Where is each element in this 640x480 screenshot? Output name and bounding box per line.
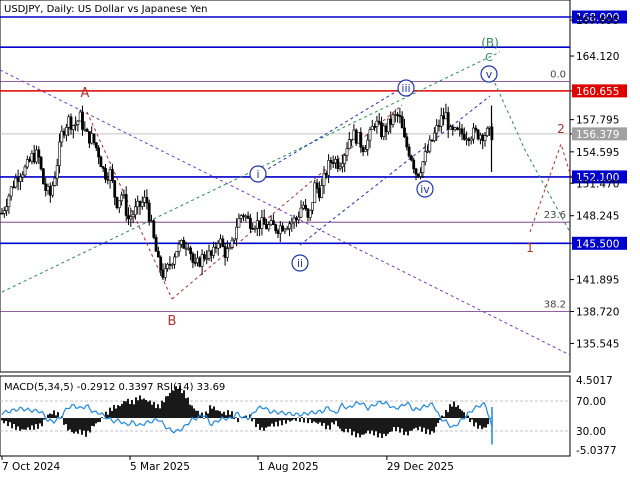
wave-label-2: 2 xyxy=(557,122,565,136)
wave-label-circled-v: v xyxy=(480,65,498,83)
wave-label-C: C xyxy=(485,51,493,64)
candle xyxy=(175,251,179,258)
chart-window: 0.023.638.2 iiiiiiivvABC(B)12 168.000167… xyxy=(0,0,627,473)
price-tick-138.720: 138.720 xyxy=(570,307,619,319)
svg-text:167.695: 167.695 xyxy=(576,15,619,27)
chart-title: USDJPY, Daily: US Dollar vs Japanese Yen xyxy=(4,4,208,15)
wave-label-circled-i: i xyxy=(249,165,267,183)
candle xyxy=(39,155,43,171)
price-tick-135.545: 135.545 xyxy=(570,338,619,350)
date-tick: 29 Dec 2025 xyxy=(386,456,454,473)
indicator-tick: 70.00 xyxy=(576,396,606,408)
svg-text:160.655: 160.655 xyxy=(576,86,619,98)
wave-label-B: B xyxy=(168,314,177,329)
candle xyxy=(313,180,317,203)
svg-text:154.595: 154.595 xyxy=(576,147,619,159)
svg-text:i: i xyxy=(256,168,259,181)
indicator-tick: -5.0377 xyxy=(576,445,617,457)
svg-text:1 Aug 2025: 1 Aug 2025 xyxy=(258,461,319,473)
indicator-tick: 30.00 xyxy=(576,426,606,438)
wave-label-circled-iv: iv xyxy=(416,180,434,198)
candle xyxy=(354,128,358,146)
svg-text:164.120: 164.120 xyxy=(576,51,619,63)
svg-text:156.379: 156.379 xyxy=(576,129,619,141)
candle xyxy=(476,128,480,141)
fib-label-0.0: 0.0 xyxy=(550,69,566,80)
indicator-tick: 4.5017 xyxy=(576,375,613,387)
svg-text:ii: ii xyxy=(297,257,303,270)
svg-text:141.895: 141.895 xyxy=(576,275,619,287)
indicator-title: MACD(5,34,5) -0.2912 0.3397 RSI(14) 33.6… xyxy=(4,382,225,393)
svg-text:138.720: 138.720 xyxy=(576,307,619,319)
candle xyxy=(357,132,360,144)
candle xyxy=(41,167,45,185)
svg-text:135.545: 135.545 xyxy=(576,338,619,350)
svg-text:7 Oct 2024: 7 Oct 2024 xyxy=(2,461,61,473)
svg-text:148.245: 148.245 xyxy=(576,211,619,223)
price-tick-141.895: 141.895 xyxy=(570,275,619,287)
wave-label-circled-ii: ii xyxy=(291,254,309,272)
candle xyxy=(198,256,202,268)
svg-text:v: v xyxy=(486,68,493,81)
wave-label-1: 1 xyxy=(526,241,534,255)
svg-text:29 Dec 2025: 29 Dec 2025 xyxy=(387,461,454,473)
price-tick-156.379: 156.379 xyxy=(570,127,627,141)
wave-label-circled-iii: iii xyxy=(397,79,415,97)
price-tick-157.795: 157.795 xyxy=(570,115,619,127)
price-tick-164.120: 164.120 xyxy=(570,51,619,63)
candle xyxy=(99,155,103,168)
candle xyxy=(152,219,156,240)
date-tick: 7 Oct 2024 xyxy=(1,456,61,473)
price-tick-154.595: 154.595 xyxy=(570,147,619,159)
price-tick-151.470: 151.470 xyxy=(570,178,619,190)
wave-label-A: A xyxy=(81,86,90,101)
price-tick-148.245: 148.245 xyxy=(570,211,619,223)
svg-text:iii: iii xyxy=(401,82,410,95)
price-tick-145.500: 145.500 xyxy=(570,236,627,250)
candle xyxy=(115,196,119,210)
svg-text:5 Mar 2025: 5 Mar 2025 xyxy=(130,461,190,473)
candle xyxy=(154,234,158,252)
fib-label-38.2: 38.2 xyxy=(544,300,566,311)
svg-text:151.470: 151.470 xyxy=(576,178,619,190)
svg-text:157.795: 157.795 xyxy=(576,115,619,127)
price-tick-167.695: 167.695 xyxy=(570,15,619,27)
price-tick-160.655: 160.655 xyxy=(570,84,627,98)
svg-text:145.500: 145.500 xyxy=(576,238,619,250)
date-tick: 5 Mar 2025 xyxy=(129,456,190,473)
date-tick: 1 Aug 2025 xyxy=(257,456,319,473)
wave-label-(B): (B) xyxy=(481,36,499,50)
svg-text:iv: iv xyxy=(420,183,430,196)
